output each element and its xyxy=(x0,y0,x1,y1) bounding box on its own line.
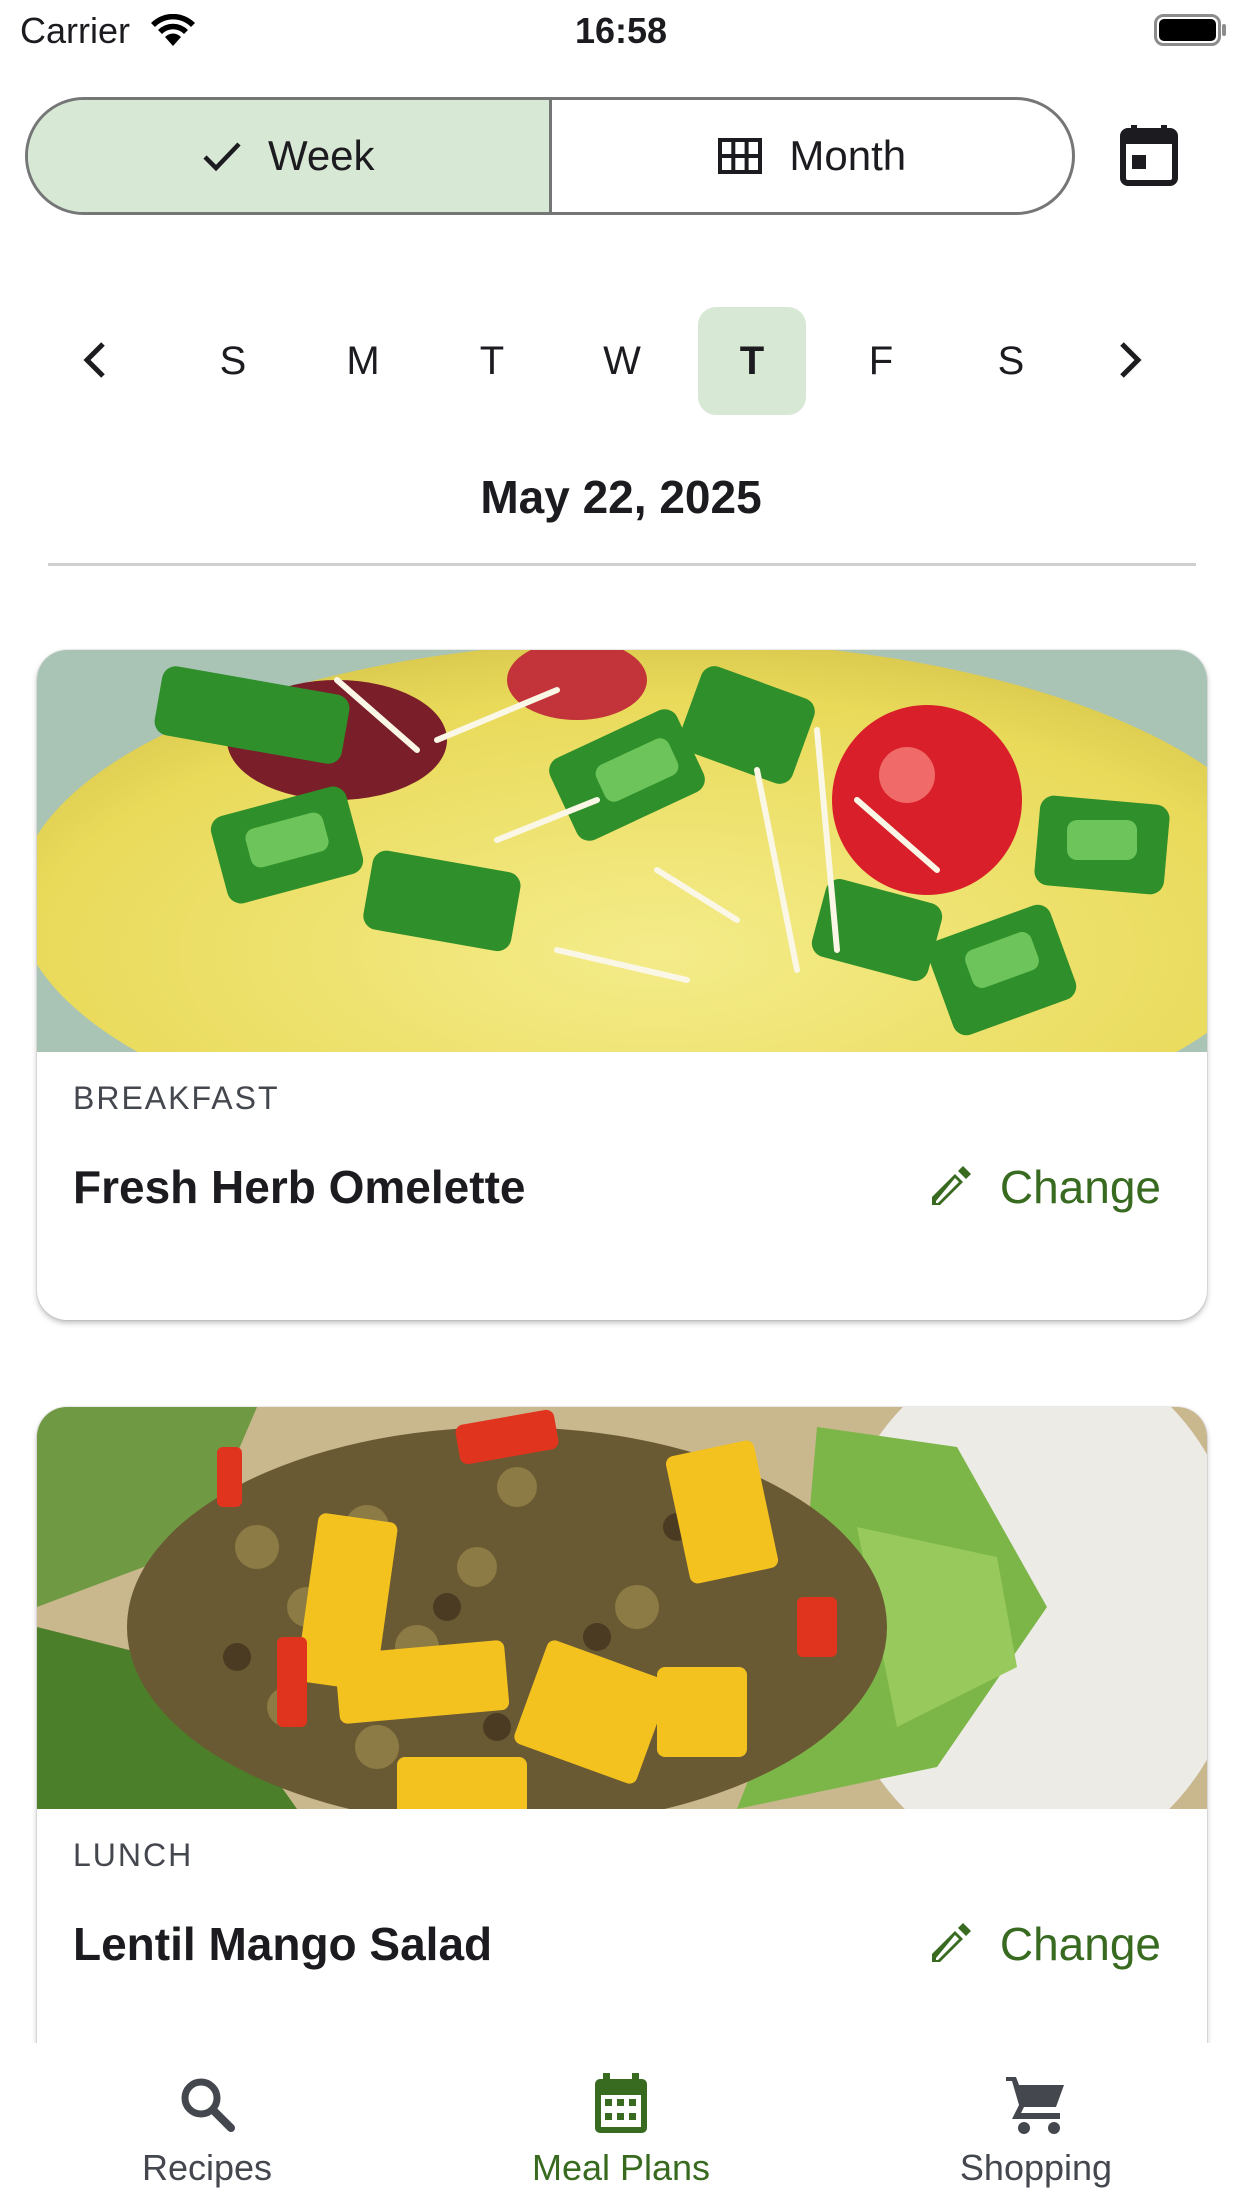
nav-recipes-label: Recipes xyxy=(141,2147,273,2188)
nav-meal-plans-label: Meal Plans xyxy=(531,2147,711,2188)
nav-shopping-label: Shopping xyxy=(959,2147,1113,2188)
month-toggle-button[interactable]: Month xyxy=(552,100,1073,212)
grid-icon xyxy=(718,138,763,174)
previous-week-button[interactable] xyxy=(60,325,130,395)
lentil-salad-photo xyxy=(37,1407,1207,1809)
bottom-navigation: Recipes Meal Plans Shopping xyxy=(0,2043,1242,2208)
next-week-button[interactable] xyxy=(1095,325,1165,395)
change-label: Change xyxy=(999,1161,1161,1213)
day-saturday[interactable]: S xyxy=(957,307,1065,415)
cart-icon xyxy=(1006,2077,1064,2134)
day-friday[interactable]: F xyxy=(827,307,935,415)
month-toggle-label: Month xyxy=(789,132,907,179)
meal-type-label: LUNCH xyxy=(73,1837,194,1873)
search-icon xyxy=(181,2078,235,2132)
day-wednesday[interactable]: W xyxy=(568,307,676,415)
recipe-name: Lentil Mango Salad xyxy=(73,1918,493,1970)
chevron-right-icon xyxy=(1120,342,1142,378)
calendar-icon xyxy=(595,2073,647,2133)
change-lunch-button[interactable]: Change xyxy=(928,1917,1161,1971)
calendar-picker-button[interactable] xyxy=(1112,118,1186,192)
nav-meal-plans[interactable]: Meal Plans xyxy=(491,2069,751,2189)
change-label: Change xyxy=(999,1918,1161,1970)
clock: 16:58 xyxy=(574,10,668,51)
week-toggle-button[interactable]: Week xyxy=(28,100,552,212)
divider xyxy=(48,563,1196,566)
recipe-name: Fresh Herb Omelette xyxy=(73,1161,526,1213)
selected-date: May 22, 2025 xyxy=(480,471,762,523)
change-breakfast-button[interactable]: Change xyxy=(928,1160,1161,1214)
check-icon xyxy=(203,142,241,172)
status-bar: Carrier 16:58 xyxy=(0,0,1242,62)
week-toggle-label: Week xyxy=(267,132,375,179)
view-toggle: Week Month xyxy=(25,97,1075,215)
day-monday[interactable]: M xyxy=(309,307,417,415)
battery-icon xyxy=(1154,14,1226,46)
day-tuesday[interactable]: T xyxy=(438,307,546,415)
nav-recipes[interactable]: Recipes xyxy=(77,2069,337,2189)
week-strip: S M T W T F S xyxy=(55,305,1185,415)
calendar-icon xyxy=(1120,125,1178,186)
meal-type-label: BREAKFAST xyxy=(73,1080,280,1116)
meal-card-lunch[interactable]: LUNCH Lentil Mango Salad Change xyxy=(37,1407,1207,2107)
meal-card-breakfast[interactable]: BREAKFAST Fresh Herb Omelette Change xyxy=(37,650,1207,1320)
pencil-icon xyxy=(931,1166,971,1205)
day-thursday[interactable]: T xyxy=(698,307,806,415)
pencil-icon xyxy=(931,1923,971,1962)
nav-shopping[interactable]: Shopping xyxy=(906,2069,1166,2189)
chevron-left-icon xyxy=(83,342,105,378)
day-sunday[interactable]: S xyxy=(179,307,287,415)
omelette-photo xyxy=(37,650,1207,1052)
